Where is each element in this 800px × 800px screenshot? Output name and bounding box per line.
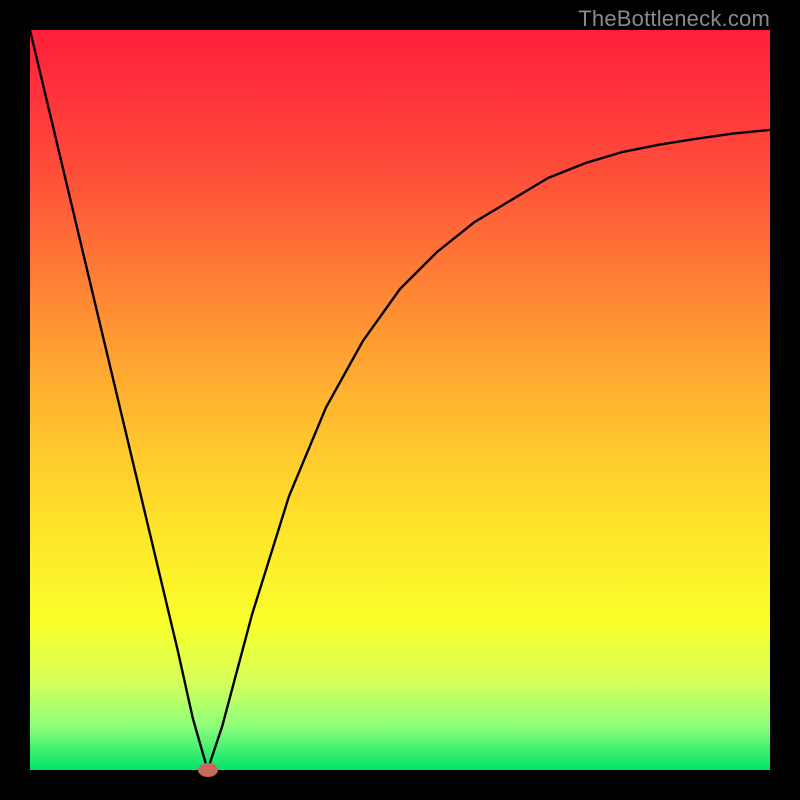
plot-area xyxy=(30,30,770,770)
minimum-marker xyxy=(198,763,218,777)
watermark-text: TheBottleneck.com xyxy=(578,6,770,32)
bottleneck-curve xyxy=(30,30,770,770)
curve-path xyxy=(30,30,770,770)
chart-frame: TheBottleneck.com xyxy=(0,0,800,800)
